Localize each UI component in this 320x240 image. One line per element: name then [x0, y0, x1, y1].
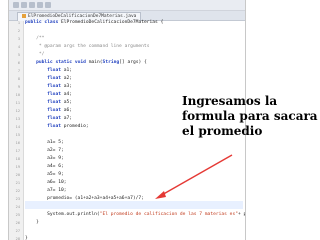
code-line[interactable]: 22 a7= 10;: [16, 187, 67, 195]
code-keyword: String: [102, 60, 120, 65]
line-number: 27: [15, 229, 20, 233]
code-keyword: void: [74, 60, 86, 65]
code-line[interactable]: 5 */: [18, 51, 45, 59]
code-line[interactable]: 10 float a4;: [16, 91, 72, 99]
editor-toolbar: [9, 0, 245, 11]
line-number: 22: [15, 189, 20, 193]
code-comment: */: [25, 52, 45, 57]
line-number: 4: [17, 45, 20, 49]
line-number: 11: [15, 101, 20, 105]
line-number: 26: [15, 221, 20, 225]
code-line[interactable]: 16 a1= 5;: [16, 139, 64, 147]
code-line[interactable]: 6 public static void main(String[] args)…: [18, 59, 147, 67]
code-line[interactable]: 7 float a1;: [18, 67, 72, 75]
line-number: 25: [15, 213, 20, 217]
code-line[interactable]: 4 * @param args the command line argumen…: [18, 43, 150, 51]
code-comment: * @param args the command line arguments: [25, 44, 150, 49]
toolbar-search-icon[interactable]: [29, 2, 35, 8]
line-number: 9: [17, 85, 20, 89]
line-number: 16: [15, 141, 20, 145]
code-line[interactable]: 13 float a7;: [16, 115, 72, 123]
slide: ElPromedioDeCalificacionDe7Materias.java…: [0, 0, 320, 240]
code-line[interactable]: 20 a5= 9;: [16, 171, 64, 179]
slide-caption: Ingresamos la formula para sacara el pro…: [182, 94, 318, 138]
line-number: 2: [17, 29, 20, 33]
line-number: 5: [17, 53, 20, 57]
line-number: 7: [17, 69, 20, 73]
code-line[interactable]: 19 a4= 6;: [16, 163, 64, 171]
code-line[interactable]: 26 }: [16, 219, 39, 227]
code-line[interactable]: 23 promedio= (a1+a2+a3+a4+a5+a6+a7)/7;: [16, 195, 144, 203]
line-number: 8: [17, 77, 20, 81]
line-number: 14: [15, 125, 20, 129]
code-line[interactable]: 12 float a6;: [16, 107, 72, 115]
code-keyword: float: [47, 84, 61, 89]
code-keyword: float: [47, 108, 61, 113]
code-line[interactable]: 28}: [16, 235, 28, 240]
line-number: 1: [17, 21, 20, 25]
code-line[interactable]: 14 float promedio;: [16, 123, 89, 131]
code-line[interactable]: 25 System.out.println("El promedio de ca…: [16, 211, 245, 219]
line-number: 10: [15, 93, 20, 97]
code-line[interactable]: 11 float a5;: [16, 99, 72, 107]
line-number: 6: [17, 61, 20, 65]
toolbar-run-icon[interactable]: [37, 2, 43, 8]
code-line[interactable]: 9 float a3;: [18, 83, 72, 91]
code-keyword: float: [47, 100, 61, 105]
line-number: 3: [17, 37, 20, 41]
line-number: 19: [15, 165, 20, 169]
code-line[interactable]: 8 float a2;: [18, 75, 72, 83]
code-keyword: float: [47, 116, 61, 121]
line-number: 15: [15, 133, 20, 137]
code-line[interactable]: 21 a6= 10;: [16, 179, 67, 187]
line-number: 28: [15, 237, 20, 240]
code-line[interactable]: 18 a3= 9;: [16, 155, 64, 163]
line-number: 13: [15, 117, 20, 121]
code-keyword: public: [36, 60, 53, 65]
line-number: 23: [15, 197, 20, 201]
code-keyword: static: [55, 60, 73, 65]
code-line[interactable]: 1 public class ElPromedioDeCalificacionDe…: [18, 19, 164, 27]
code-keyword: float: [47, 92, 61, 97]
toolbar-debug-icon[interactable]: [45, 2, 51, 8]
toolbar-back-icon[interactable]: [13, 2, 19, 8]
line-number: 21: [15, 181, 20, 185]
code-keyword: float: [47, 76, 61, 81]
line-number: 20: [15, 173, 20, 177]
code-keyword: float: [47, 68, 61, 73]
toolbar-forward-icon[interactable]: [21, 2, 27, 8]
line-number: 18: [15, 157, 20, 161]
line-number: 12: [15, 109, 20, 113]
java-file-icon: [22, 13, 26, 18]
code-line[interactable]: 17 a2= 7;: [16, 147, 64, 155]
code-string: "El promedio de calificacion de las 7 ma…: [99, 212, 238, 217]
code-keyword: public: [25, 20, 42, 25]
line-number: 17: [15, 149, 20, 153]
code-line[interactable]: 3 /**: [18, 35, 45, 43]
code-keyword: float: [47, 124, 61, 129]
line-number: 24: [15, 205, 20, 209]
code-keyword: class: [44, 20, 59, 25]
code-comment: /**: [25, 36, 45, 41]
